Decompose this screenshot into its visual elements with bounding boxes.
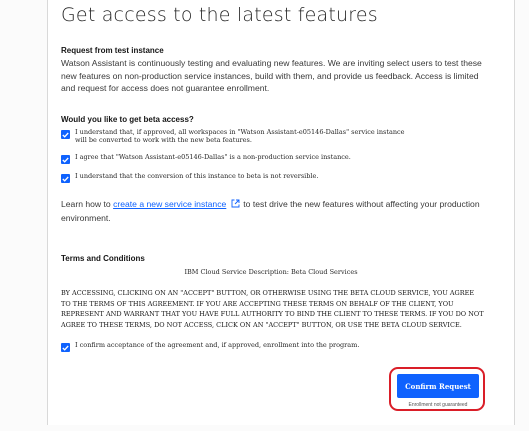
checkmark-icon xyxy=(62,345,69,351)
request-heading: Request from test instance xyxy=(61,46,164,55)
beta-heading: Would you like to get beta access? xyxy=(61,115,194,124)
checkbox-label: I understand that the conversion of this… xyxy=(75,172,319,180)
checkbox-label: I confirm acceptance of the agreement an… xyxy=(75,341,360,349)
terms-heading: Terms and Conditions xyxy=(61,254,145,263)
learn-more-text: Learn how to create a new service instan… xyxy=(61,198,481,224)
beta-checkbox-row-irreversible[interactable]: I understand that the conversion of this… xyxy=(61,172,415,183)
terms-body: BY ACCESSING, CLICKING ON AN "ACCEPT" BU… xyxy=(61,289,484,329)
checkmark-icon xyxy=(62,157,69,163)
enrollment-note: Enrollment not guaranteed xyxy=(408,402,468,408)
create-service-instance-link[interactable]: create a new service instance xyxy=(113,199,226,209)
checkbox-accept-terms[interactable] xyxy=(61,343,70,352)
checkbox-non-production[interactable] xyxy=(61,155,70,164)
checkmark-icon xyxy=(62,132,69,138)
checkmark-icon xyxy=(62,176,69,182)
page-title: Get access to the latest features xyxy=(61,4,378,26)
checkbox-irreversible[interactable] xyxy=(61,174,70,183)
accept-terms-row[interactable]: I confirm acceptance of the agreement an… xyxy=(61,341,455,352)
request-description: Watson Assistant is continuously testing… xyxy=(61,58,482,93)
checkbox-workspaces[interactable] xyxy=(61,130,70,139)
checkbox-label: I agree that "Watson Assistant-e05146-Da… xyxy=(75,153,351,161)
launch-icon[interactable] xyxy=(231,199,240,212)
beta-checkbox-row-workspaces[interactable]: I understand that, if approved, all work… xyxy=(61,128,415,144)
beta-checkbox-row-non-production[interactable]: I agree that "Watson Assistant-e05146-Da… xyxy=(61,153,415,164)
terms-subtitle: IBM Cloud Service Description: Beta Clou… xyxy=(184,268,358,276)
learn-prefix: Learn how to xyxy=(61,199,114,209)
checkbox-label: I understand that, if approved, all work… xyxy=(75,128,405,144)
confirm-request-button[interactable]: Confirm Request xyxy=(397,374,479,398)
